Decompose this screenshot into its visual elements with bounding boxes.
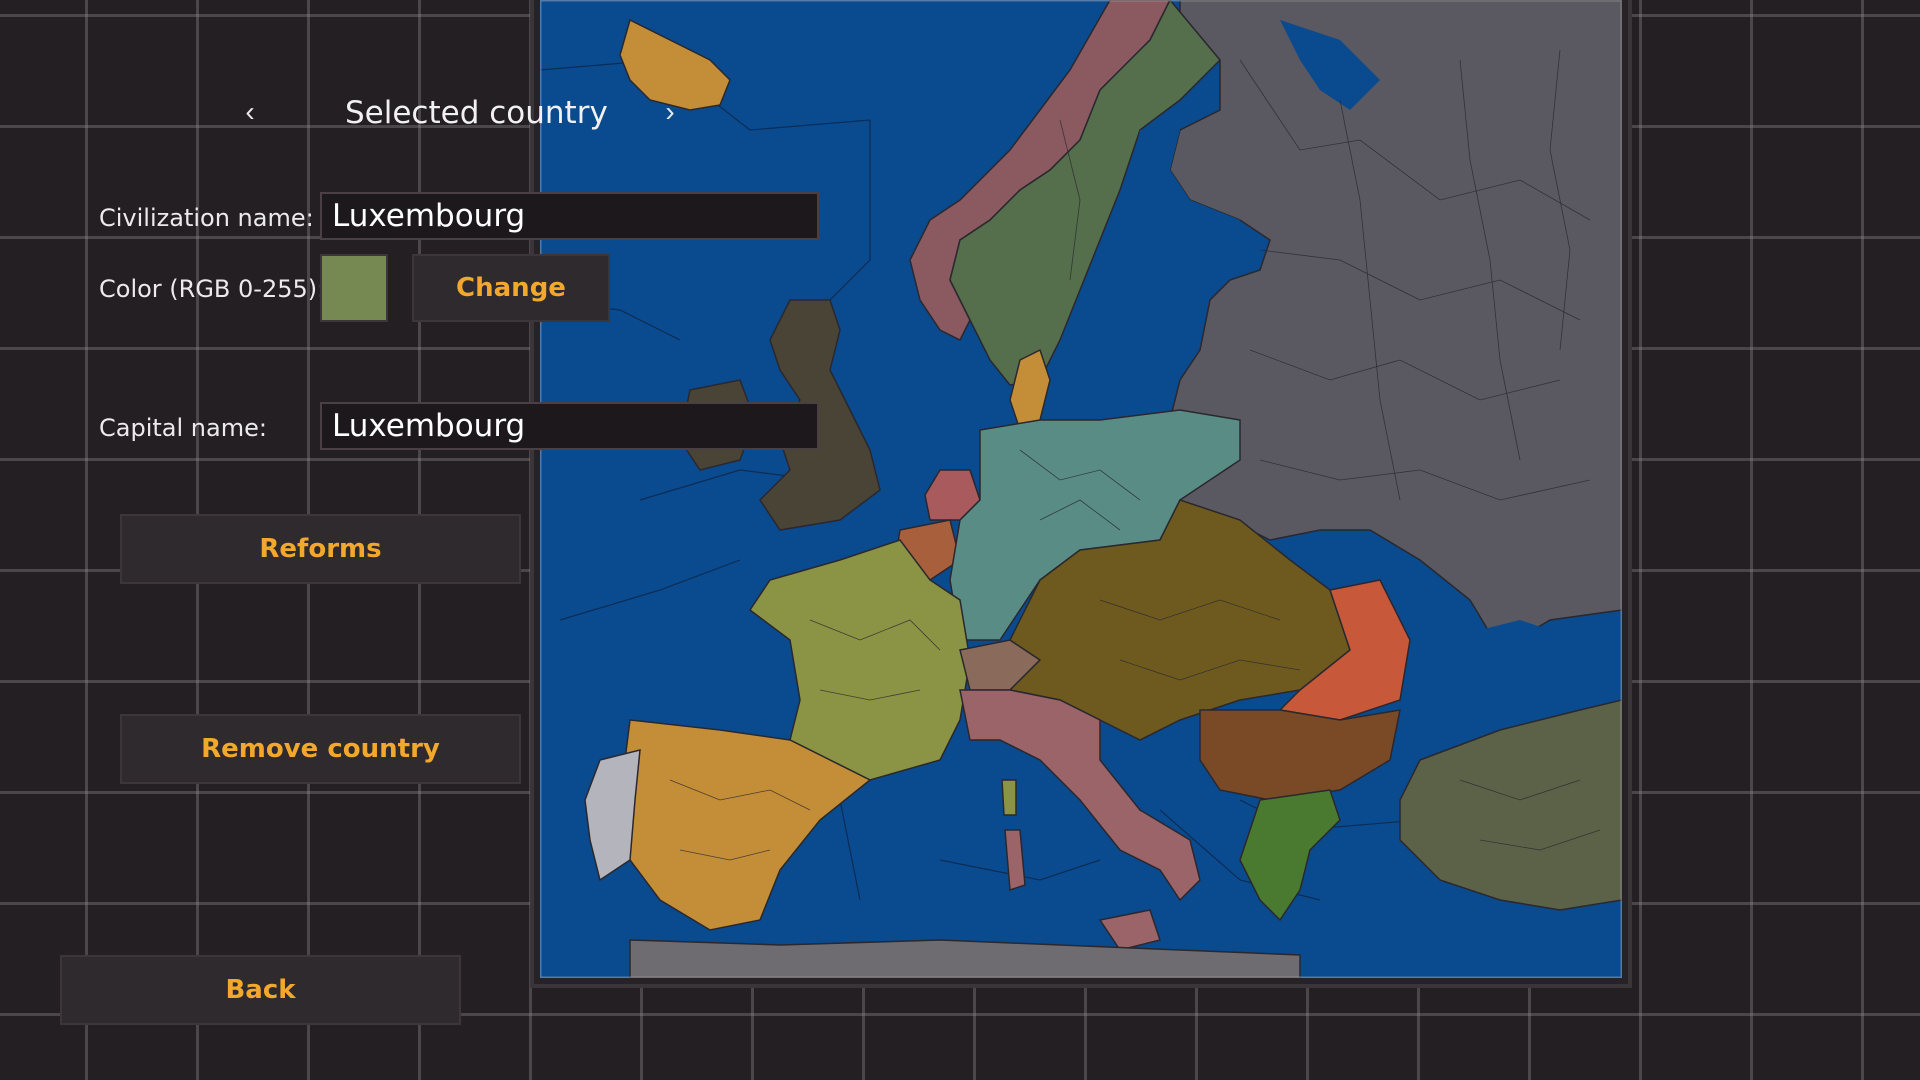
region-corsica[interactable]	[1001, 779, 1017, 816]
game-screen: ‹ Selected country › Civilization name: …	[0, 0, 1920, 1080]
world-map[interactable]	[540, 0, 1622, 978]
change-color-button[interactable]: Change	[412, 254, 610, 322]
europe-map[interactable]	[540, 0, 1622, 978]
next-country-button[interactable]: ›	[650, 92, 690, 132]
chevron-left-icon: ‹	[245, 96, 255, 127]
color-swatch[interactable]	[320, 254, 388, 322]
remove-country-button[interactable]: Remove country	[120, 714, 521, 784]
color-label: Color (RGB 0-255):	[99, 275, 326, 303]
back-button[interactable]: Back	[60, 955, 461, 1025]
capital-name-input[interactable]	[320, 402, 819, 450]
prev-country-button[interactable]: ‹	[230, 92, 270, 132]
page-title: Selected country	[345, 95, 608, 131]
reforms-button[interactable]: Reforms	[120, 514, 521, 584]
capital-name-label: Capital name:	[99, 414, 267, 442]
civilization-name-label: Civilization name:	[99, 204, 314, 232]
civilization-name-input[interactable]	[320, 192, 819, 240]
chevron-right-icon: ›	[665, 96, 675, 127]
